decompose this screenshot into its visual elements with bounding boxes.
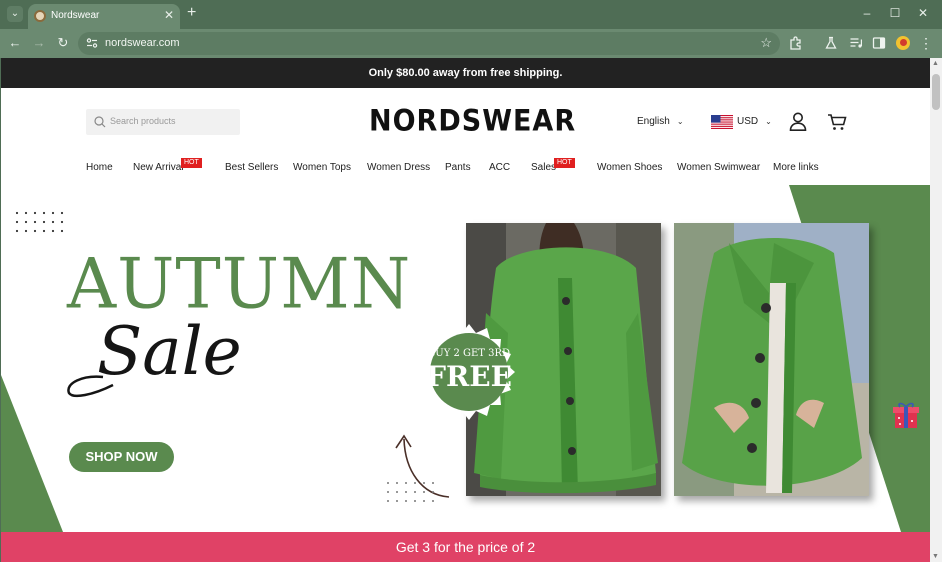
search-placeholder: Search products (110, 116, 176, 126)
browser-tab[interactable]: Nordswear ✕ (28, 4, 180, 29)
site-logo[interactable]: NORDSWEAR (369, 105, 576, 138)
account-icon[interactable] (789, 112, 807, 131)
decorative-dots (15, 211, 64, 233)
currency-selector[interactable]: USD ⌄ (737, 116, 772, 127)
badge-free-text: FREE (426, 360, 512, 393)
chevron-down-icon: ⌄ (765, 117, 772, 126)
site-favicon-icon (34, 10, 46, 22)
hot-badge: HOT (181, 158, 202, 168)
bookmark-star-icon[interactable]: ☆ (760, 35, 772, 51)
browser-titlebar: ⌄ Nordswear ✕ + – ☐ ✕ (0, 0, 942, 29)
nav-women-tops[interactable]: Women Tops (293, 162, 351, 173)
hot-badge: HOT (554, 158, 575, 168)
us-flag-icon[interactable] (711, 115, 733, 129)
browser-toolbar: ← → ↻ nordswear.com ☆ ⋮ (0, 29, 942, 58)
url-text: nordswear.com (105, 37, 180, 49)
browser-menu-icon[interactable]: ⋮ (919, 36, 933, 50)
nav-sales[interactable]: Sales (531, 162, 556, 173)
page-viewport: Only $80.00 away from free shipping. Sea… (1, 58, 930, 562)
decorative-dots (387, 482, 434, 502)
promo-bar[interactable]: Get 3 for the price of 2 (1, 532, 930, 562)
language-label: English (637, 116, 670, 127)
page-scrollbar[interactable]: ▲ ▼ (930, 58, 942, 562)
scroll-up-arrow-icon[interactable]: ▲ (932, 60, 939, 67)
nav-home[interactable]: Home (86, 162, 113, 173)
search-icon (94, 116, 106, 128)
reload-button[interactable]: ↻ (55, 35, 71, 51)
nav-pants[interactable]: Pants (445, 162, 471, 173)
language-selector[interactable]: English ⌄ (637, 116, 684, 127)
side-panel-icon[interactable] (872, 36, 886, 50)
tab-title: Nordswear (51, 10, 100, 21)
tab-search-button[interactable]: ⌄ (7, 6, 23, 22)
scrollbar-thumb[interactable] (932, 74, 940, 110)
shop-now-button[interactable]: SHOP NOW (69, 442, 174, 472)
minimize-button[interactable]: – (859, 6, 875, 20)
address-bar[interactable]: nordswear.com ☆ (78, 32, 780, 55)
nav-women-shoes[interactable]: Women Shoes (597, 162, 662, 173)
media-queue-icon[interactable] (849, 36, 863, 50)
nav-women-swimwear[interactable]: Women Swimwear (677, 162, 760, 173)
nav-new-arrival[interactable]: New Arrival (133, 162, 184, 173)
back-button[interactable]: ← (7, 35, 23, 51)
site-info-icon[interactable] (86, 37, 98, 49)
forward-button[interactable]: → (31, 35, 47, 51)
nav-acc[interactable]: ACC (489, 162, 510, 173)
close-window-button[interactable]: ✕ (915, 6, 931, 20)
extensions-icon[interactable] (789, 36, 803, 50)
announcement-bar: Only $80.00 away from free shipping. (1, 58, 930, 88)
tab-close-icon[interactable]: ✕ (164, 8, 174, 22)
cart-icon[interactable] (827, 113, 847, 131)
product-image-cardigan-2[interactable] (674, 223, 869, 496)
nav-best-sellers[interactable]: Best Sellers (225, 162, 278, 173)
profile-avatar[interactable] (896, 36, 910, 50)
nav-more-links[interactable]: More links (773, 162, 819, 173)
hero-banner[interactable]: AUTUMN Sale SHOP NOW BUY 2 GET 3RD FREE (1, 185, 930, 532)
nav-women-dress[interactable]: Women Dress (367, 162, 430, 173)
script-swash (67, 375, 114, 397)
labs-flask-icon[interactable] (824, 36, 838, 50)
currency-label: USD (737, 116, 759, 127)
new-tab-button[interactable]: + (187, 5, 196, 21)
scroll-down-arrow-icon[interactable]: ▼ (932, 553, 939, 560)
maximize-button[interactable]: ☐ (887, 6, 903, 20)
gift-icon[interactable] (893, 401, 919, 429)
chevron-down-icon: ⌄ (676, 117, 684, 126)
badge-offer-text: BUY 2 GET 3RD (427, 348, 511, 359)
search-input[interactable]: Search products (86, 109, 240, 135)
